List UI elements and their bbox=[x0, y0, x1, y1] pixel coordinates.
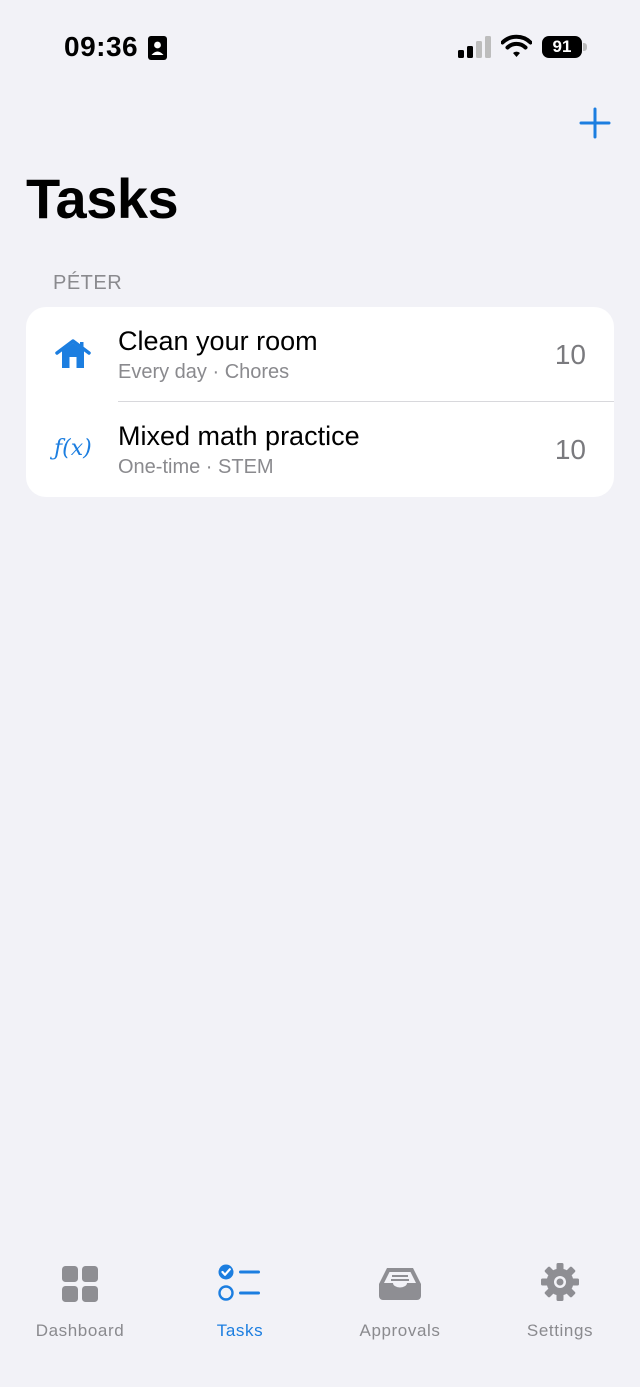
task-points: 10 bbox=[554, 434, 586, 465]
tab-label: Tasks bbox=[216, 1321, 264, 1340]
task-title: Mixed math practice bbox=[118, 421, 360, 451]
battery-cap bbox=[583, 43, 587, 51]
tab-bar: Dashboard Tasks Approvals Settings bbox=[0, 1240, 640, 1387]
battery-level: 91 bbox=[542, 36, 582, 58]
section-header: PÉTER bbox=[53, 272, 123, 294]
tab-label: Dashboard bbox=[35, 1321, 125, 1340]
task-row-mixed-math-practice[interactable]: ƒ(x) Mixed math practice One-time · STEM… bbox=[26, 402, 614, 497]
tab-tasks[interactable]: Tasks bbox=[160, 1260, 320, 1350]
task-list: Clean your room Every day · Chores 10 ƒ(… bbox=[26, 307, 614, 497]
tab-label: Settings bbox=[526, 1321, 594, 1340]
task-subtitle: One-time · STEM bbox=[118, 456, 274, 478]
gear-icon bbox=[541, 1263, 579, 1301]
task-subtitle: Every day · Chores bbox=[118, 361, 290, 383]
task-row-clean-your-room[interactable]: Clean your room Every day · Chores 10 bbox=[26, 307, 614, 402]
add-task-button[interactable] bbox=[578, 106, 612, 140]
house-icon bbox=[55, 339, 91, 368]
grid-icon bbox=[62, 1266, 98, 1302]
tray-icon bbox=[379, 1268, 421, 1300]
page-title: Tasks bbox=[26, 167, 179, 230]
id-badge-icon bbox=[148, 36, 167, 60]
battery-indicator: 91 bbox=[542, 36, 588, 58]
checklist-icon bbox=[218, 1264, 260, 1301]
wifi-icon bbox=[501, 34, 532, 57]
status-time: 09:36 bbox=[64, 31, 139, 62]
tab-approvals[interactable]: Approvals bbox=[320, 1260, 480, 1350]
function-icon: ƒ(x) bbox=[54, 436, 92, 461]
task-points: 10 bbox=[554, 339, 586, 370]
tab-dashboard[interactable]: Dashboard bbox=[0, 1260, 160, 1350]
status-bar: 09:36 91 bbox=[0, 0, 640, 96]
tab-label: Approvals bbox=[359, 1321, 441, 1340]
task-title: Clean your room bbox=[118, 326, 318, 356]
tab-settings[interactable]: Settings bbox=[480, 1260, 640, 1350]
cellular-signal-icon bbox=[458, 36, 491, 58]
